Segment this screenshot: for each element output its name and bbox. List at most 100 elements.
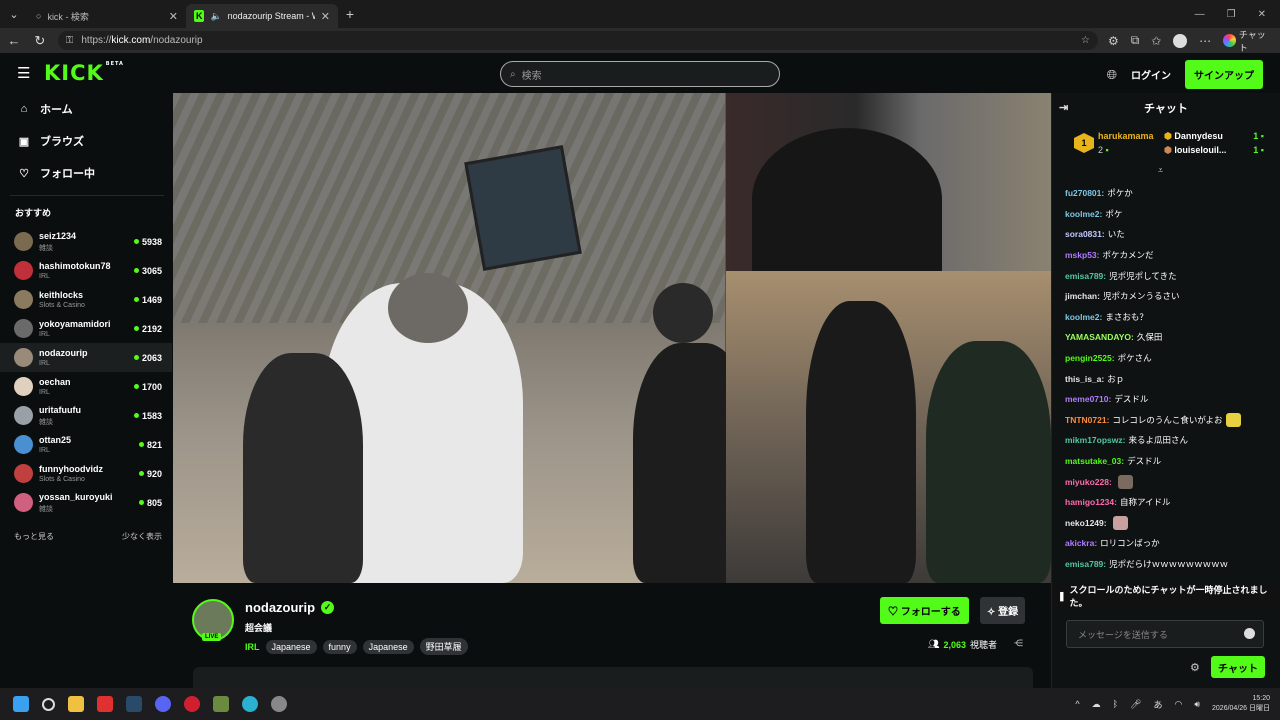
address-bar[interactable]: ⚿ https://kick.com/nodazourip ☆ — [57, 31, 1098, 50]
tag[interactable]: Japanese — [362, 639, 414, 654]
gear-icon[interactable]: ⚙ — [1190, 661, 1200, 674]
vivaldi-icon[interactable] — [97, 696, 113, 712]
back-icon[interactable]: ← — [6, 33, 22, 48]
chat-username[interactable]: sora0831: — [1065, 229, 1105, 239]
wifi-icon[interactable]: ◠ — [1174, 699, 1182, 710]
sidebar-channel-item[interactable]: hashimotokun78 IRL 3065 — [0, 256, 172, 285]
search-icon[interactable] — [42, 697, 55, 711]
language-globe-icon[interactable]: 🌐︎ — [1107, 67, 1117, 83]
cloud-icon[interactable]: ☁ — [1092, 699, 1101, 710]
sidebar-channel-item[interactable]: ottan25 IRL 821 — [0, 430, 172, 459]
sidebar-channel-item[interactable]: nodazourip IRL 2063 — [0, 343, 172, 372]
gifter-name[interactable]: ⬢ louiselouil... — [1164, 145, 1226, 156]
sidebar-channel-item[interactable]: yossan_kuroyuki 雑談 805 — [0, 488, 172, 517]
favorites-icon[interactable]: ✩ — [1151, 34, 1161, 48]
kick-logo[interactable]: KICK BETA — [44, 61, 124, 85]
start-icon[interactable] — [13, 696, 29, 712]
sidebar-channel-item[interactable]: seiz1234 雑談 5938 — [0, 227, 172, 256]
chat-username[interactable]: akickra: — [1065, 538, 1097, 548]
chat-username[interactable]: mskp53: — [1065, 250, 1100, 260]
chat-username[interactable]: mikm17opswz: — [1065, 435, 1125, 445]
edge-icon[interactable] — [242, 696, 258, 712]
subscribe-button[interactable]: ✧ 登録 — [980, 597, 1026, 624]
channel-name[interactable]: nodazourip — [245, 600, 315, 615]
show-more-link[interactable]: もっと見る — [14, 531, 54, 542]
share-icon[interactable]: ⋲ — [1014, 638, 1023, 649]
gifter-name[interactable]: ⬢ Dannydesu — [1164, 131, 1223, 142]
split-screen-icon[interactable]: ⧉ — [1131, 33, 1140, 48]
maximize-icon[interactable]: ❐ — [1227, 9, 1236, 20]
sidebar-channel-item[interactable]: funnyhoodvidz Slots & Casino 920 — [0, 459, 172, 488]
steam-icon[interactable] — [126, 696, 142, 712]
emoji-icon[interactable] — [1244, 628, 1255, 639]
chat-username[interactable]: meme0710: — [1065, 394, 1111, 404]
close-icon[interactable]: ✕ — [169, 10, 178, 23]
cpu-z-icon[interactable] — [213, 696, 229, 712]
tag[interactable]: funny — [322, 639, 357, 654]
opera-icon[interactable] — [184, 696, 200, 712]
discord-icon[interactable] — [155, 696, 171, 712]
follow-button[interactable]: ♡ フォローする — [880, 597, 969, 624]
chat-send-button[interactable]: チャット — [1211, 656, 1265, 678]
sidebar-item-home[interactable]: ⌂ ホーム — [0, 93, 172, 125]
chat-username[interactable]: fu270801: — [1065, 188, 1104, 198]
tab-actions-menu[interactable]: ⌄ — [0, 0, 28, 28]
video-player[interactable] — [173, 93, 1051, 583]
app-icon[interactable] — [271, 696, 287, 712]
chat-username[interactable]: matsutake_03: — [1065, 456, 1124, 466]
hamburger-menu-icon[interactable]: ☰ — [17, 64, 33, 82]
close-icon[interactable]: ✕ — [321, 10, 330, 23]
more-icon[interactable]: ⋯ — [1199, 34, 1211, 48]
bluetooth-icon[interactable]: ᛒ — [1113, 699, 1118, 709]
category-link[interactable]: IRL — [245, 642, 260, 652]
chevron-up-icon[interactable]: ^ — [1075, 699, 1079, 709]
chat-username[interactable]: hamigo1234: — [1065, 497, 1117, 507]
microphone-icon[interactable]: 🎤︎ — [1130, 699, 1141, 710]
minimize-icon[interactable]: — — [1195, 9, 1205, 20]
chat-paused-notice[interactable]: ❚ スクロールのためにチャットが一時停止されました。 — [1052, 585, 1280, 608]
chat-username[interactable]: koolme2: — [1065, 312, 1102, 322]
browser-tab[interactable]: ○ kick - 検索 ✕ — [28, 4, 186, 28]
chat-username[interactable]: this_is_a: — [1065, 374, 1104, 384]
sidebar-item-browse[interactable]: ▣ ブラウズ — [0, 125, 172, 157]
ime-icon[interactable]: あ — [1153, 698, 1162, 711]
browser-tab-active[interactable]: K 🔈 nodazourip Stream - Watch L ✕ — [186, 4, 338, 28]
chat-username[interactable]: emisa789: — [1065, 559, 1106, 569]
login-button[interactable]: ログイン — [1131, 67, 1171, 82]
chat-username[interactable]: TNTN0721: — [1065, 415, 1109, 425]
chat-username[interactable]: YAMASANDAYO: — [1065, 332, 1134, 342]
refresh-icon[interactable]: ↻ — [32, 33, 48, 49]
signup-button[interactable]: サインアップ — [1185, 60, 1263, 89]
copilot-button[interactable]: チャット — [1223, 28, 1274, 54]
profile-avatar[interactable] — [1173, 33, 1188, 48]
volume-icon[interactable]: 🔊︎ — [1194, 699, 1200, 710]
chat-username[interactable]: koolme2: — [1065, 209, 1102, 219]
top-gifter-name[interactable]: harukamama — [1098, 131, 1154, 141]
file-explorer-icon[interactable] — [68, 696, 84, 712]
expand-chevron-icon[interactable]: ⩡ — [1158, 165, 1163, 176]
sidebar-channel-item[interactable]: keithlocks Slots & Casino 1469 — [0, 285, 172, 314]
site-info-icon[interactable]: ⚿ — [66, 35, 74, 46]
sidebar-item-following[interactable]: ♡ フォロー中 — [0, 157, 172, 189]
close-window-icon[interactable]: ✕ — [1258, 9, 1266, 20]
extensions-icon[interactable]: ⚙ — [1108, 34, 1119, 48]
chat-input[interactable]: メッセージを送信する — [1066, 620, 1264, 648]
collapse-chat-icon[interactable]: ⇥ — [1059, 101, 1068, 114]
sidebar-channel-item[interactable]: oechan IRL 1700 — [0, 372, 172, 401]
search-input[interactable]: ⌕ 検索 — [500, 61, 780, 87]
tag[interactable]: 野田草履 — [419, 638, 468, 655]
chat-username[interactable]: emisa789: — [1065, 271, 1106, 281]
chat-username[interactable]: pengin2525: — [1065, 353, 1115, 363]
new-tab-button[interactable]: + — [338, 6, 362, 22]
chat-username[interactable]: neko1249: — [1065, 518, 1107, 528]
sidebar-channel-item[interactable]: yokoyamamidori IRL 2192 — [0, 314, 172, 343]
favorite-star-icon[interactable]: ☆ — [1081, 35, 1090, 46]
speaker-icon[interactable]: 🔈 — [210, 11, 221, 22]
chat-username[interactable]: miyuko228: — [1065, 477, 1112, 487]
show-less-link[interactable]: 少なく表示 — [122, 531, 162, 542]
sidebar-channel-item[interactable]: uritafuufu 雑談 1583 — [0, 401, 172, 430]
chat-username[interactable]: jimchan: — [1065, 291, 1100, 301]
rank-badge-icon: 1 — [1074, 133, 1094, 153]
clock[interactable]: 15:20 2026/04/26 日曜日 — [1212, 694, 1270, 714]
tag[interactable]: Japanese — [265, 639, 317, 654]
